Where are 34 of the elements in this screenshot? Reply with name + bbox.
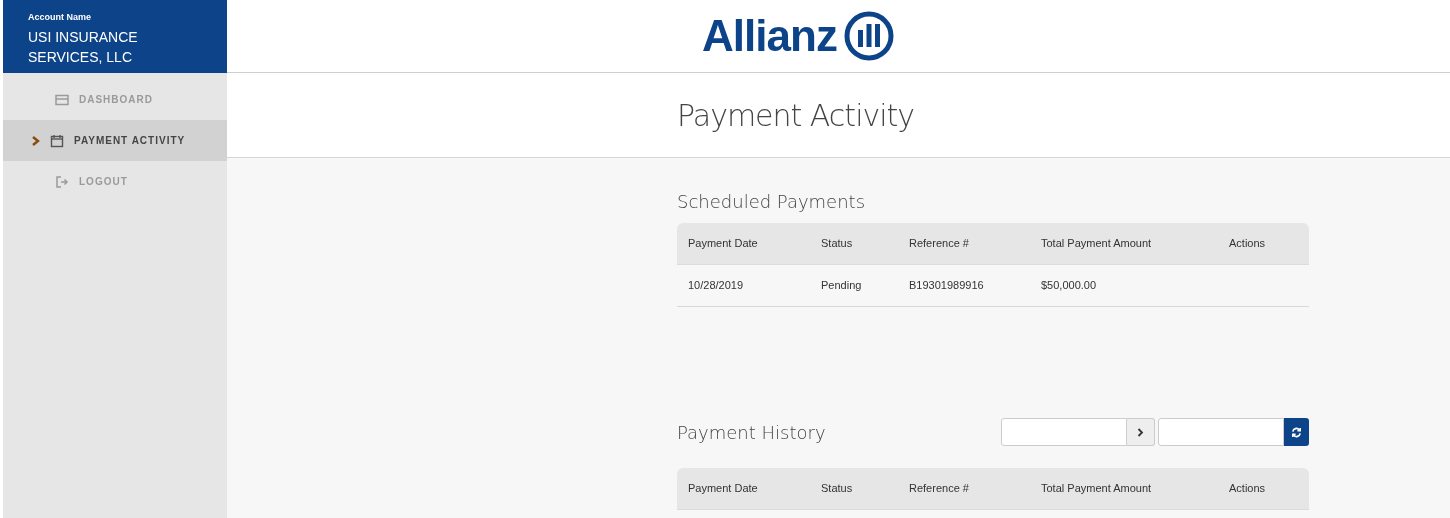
sidebar-item[interactable]: LOGOUT bbox=[3, 161, 227, 202]
logout-icon bbox=[55, 174, 69, 189]
refresh-icon bbox=[1291, 426, 1302, 438]
column-header: Actions bbox=[1228, 236, 1267, 252]
chevron-icon bbox=[1137, 427, 1144, 437]
page-title: Payment Activity bbox=[677, 96, 915, 135]
logo-emblem-icon bbox=[842, 10, 895, 62]
column-header: Status bbox=[820, 236, 854, 252]
account-label: Account Name bbox=[28, 11, 92, 23]
sidebar-item[interactable]: PAYMENT ACTIVITY bbox=[3, 120, 227, 161]
calendar-icon bbox=[50, 133, 64, 148]
column-header: Actions bbox=[1228, 481, 1267, 497]
table-cell-text: B19301989916 bbox=[908, 278, 985, 294]
column-header: Reference # bbox=[908, 481, 970, 497]
column-header: Payment Date bbox=[687, 236, 759, 252]
chevron-icon bbox=[31, 135, 40, 146]
refresh-button[interactable] bbox=[1284, 418, 1309, 446]
account-name: USI INSURANCE SERVICES, LLC bbox=[28, 28, 139, 67]
column-header: Status bbox=[820, 481, 854, 497]
table-cell-text: Pending bbox=[820, 278, 863, 294]
column-header: Total Payment Amount bbox=[1040, 481, 1153, 497]
table-cell-text: 10/28/2019 bbox=[687, 278, 745, 294]
column-header: Payment Date bbox=[687, 481, 759, 497]
card-icon bbox=[55, 92, 69, 107]
end-date-field[interactable] bbox=[1158, 418, 1284, 446]
logo: Allianz bbox=[702, 10, 895, 62]
sidebar-item[interactable]: DASHBOARD bbox=[3, 79, 227, 120]
next-button[interactable] bbox=[1127, 418, 1155, 446]
section-title: Scheduled Payments bbox=[677, 190, 867, 214]
table-cell-text: $50,000.00 bbox=[1040, 278, 1098, 294]
start-date-field[interactable] bbox=[1001, 418, 1127, 446]
column-header: Total Payment Amount bbox=[1040, 236, 1153, 252]
section-title: Payment History bbox=[677, 420, 826, 445]
column-header: Reference # bbox=[908, 236, 970, 252]
